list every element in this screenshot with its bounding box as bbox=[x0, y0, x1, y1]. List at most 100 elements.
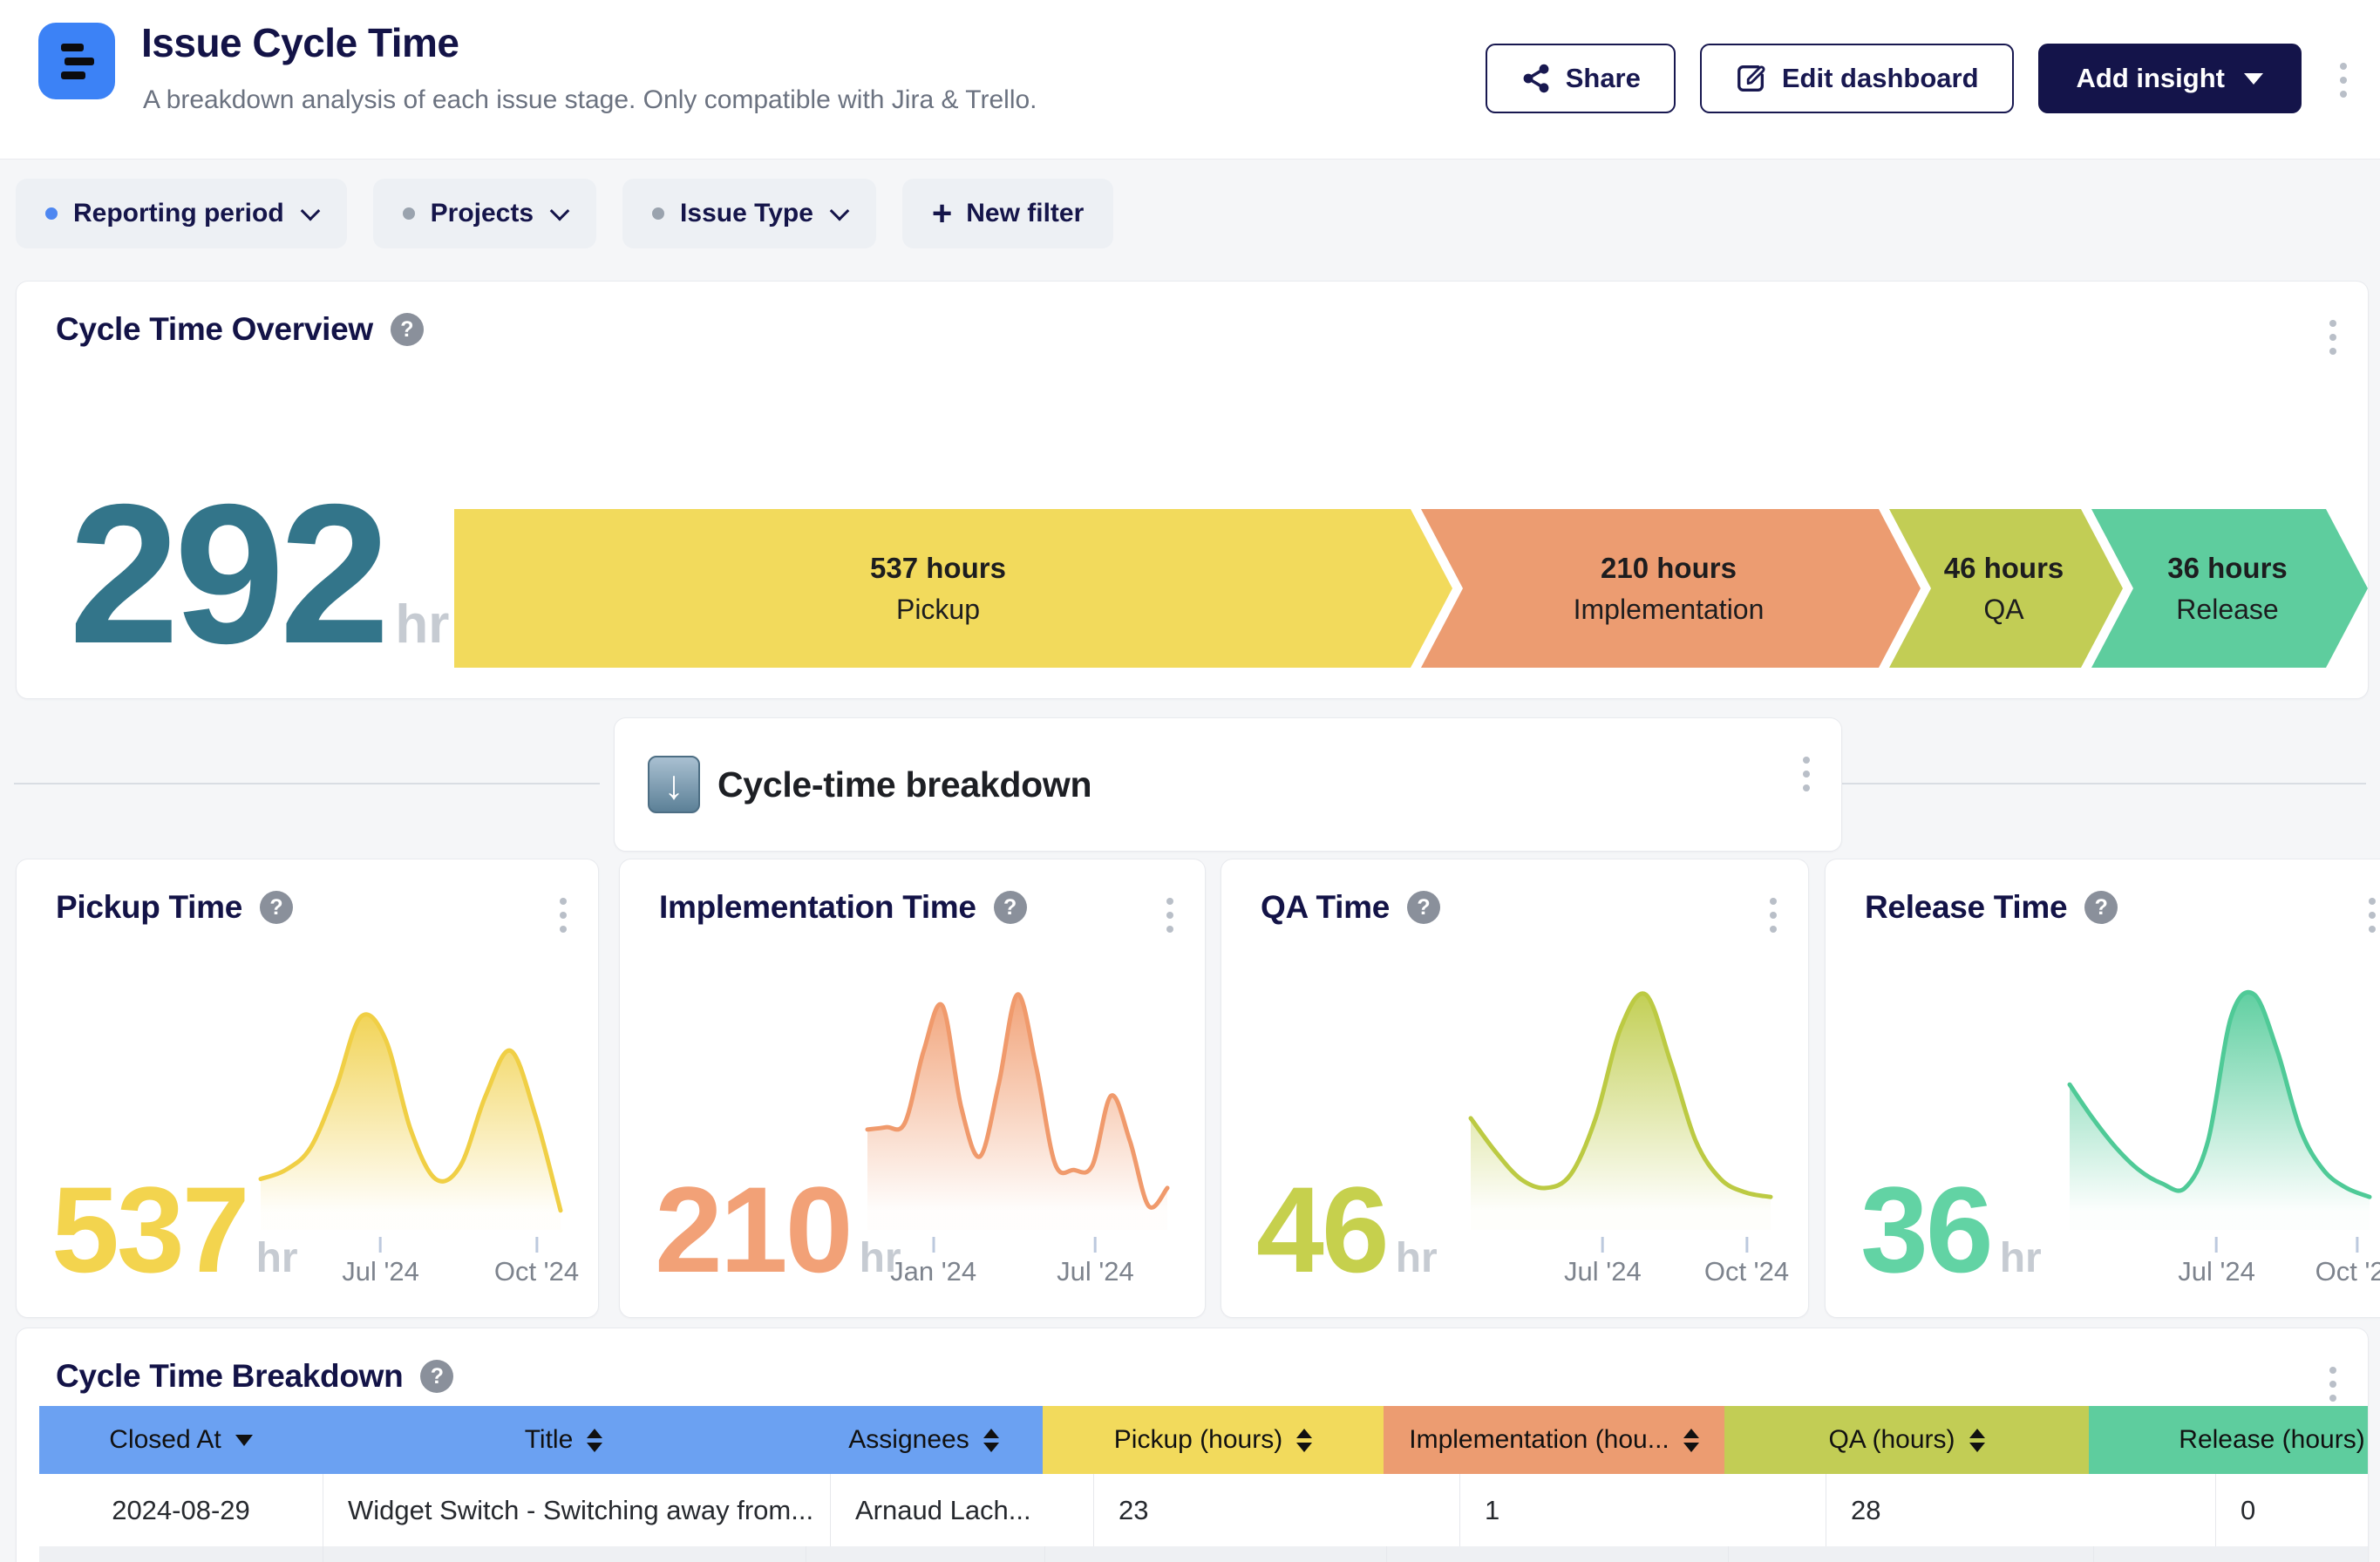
table-cell: 0 bbox=[2216, 1474, 2368, 1546]
stage-card-title: Release Time bbox=[1865, 889, 2067, 926]
topbar-overflow-menu[interactable] bbox=[2335, 58, 2352, 103]
chevron-down-icon bbox=[300, 201, 320, 221]
help-icon[interactable]: ? bbox=[420, 1360, 453, 1393]
down-arrow-emoji-icon: ↓ bbox=[648, 756, 700, 813]
column-header-qa-hours-[interactable]: QA (hours) bbox=[1724, 1406, 2089, 1474]
filter-dot-icon bbox=[652, 207, 664, 220]
column-header-closed-at[interactable]: Closed At bbox=[39, 1406, 323, 1474]
stage-value-number: 210 bbox=[655, 1169, 851, 1291]
filter-chip-projects[interactable]: Projects bbox=[373, 179, 596, 248]
column-header-label: Assignees bbox=[848, 1425, 969, 1455]
stage-card-menu[interactable] bbox=[1161, 893, 1179, 938]
x-axis-tick: Oct '24 bbox=[2315, 1237, 2380, 1287]
add-insight-button[interactable]: Add insight bbox=[2038, 44, 2302, 113]
help-icon[interactable]: ? bbox=[1407, 891, 1440, 924]
sort-icon bbox=[983, 1429, 999, 1452]
table-cell bbox=[2094, 1546, 2368, 1562]
table-cell: 2024-08-29 bbox=[39, 1474, 323, 1546]
issues-table: Closed AtTitle Assignees Pickup (hours)Imp… bbox=[39, 1406, 2368, 1562]
table-row-partial[interactable] bbox=[39, 1546, 2368, 1562]
left-divider bbox=[14, 783, 600, 784]
stage-card-menu[interactable] bbox=[2363, 893, 2380, 938]
help-icon[interactable]: ? bbox=[2084, 891, 2118, 924]
app-logo-icon[interactable] bbox=[38, 23, 115, 99]
tick-mark bbox=[932, 1237, 935, 1253]
stage-card-title-row: Release Time? bbox=[1865, 889, 2118, 926]
caret-down-icon bbox=[2244, 73, 2263, 85]
funnel-stage-name: Release bbox=[2176, 594, 2278, 626]
x-axis-tick: Jul '24 bbox=[1057, 1237, 1134, 1287]
stage-card-menu[interactable] bbox=[1765, 893, 1782, 938]
table-cell: Arnaud Lach... bbox=[831, 1474, 1094, 1546]
x-axis-label: Jul '24 bbox=[2178, 1256, 2255, 1287]
right-divider bbox=[1821, 783, 2366, 784]
share-button[interactable]: Share bbox=[1486, 44, 1676, 113]
release-time-card: Release Time? 36hr Jul '24 Oct '24 bbox=[1825, 859, 2380, 1318]
sort-desc-icon bbox=[235, 1435, 253, 1446]
sort-icon bbox=[587, 1429, 602, 1452]
new-filter-button[interactable]: +New filter bbox=[902, 179, 1113, 248]
funnel-stage-qa: 46 hoursQA bbox=[1889, 509, 2123, 668]
column-header-label: Release (hours) bbox=[2179, 1425, 2364, 1455]
overview-card-menu[interactable] bbox=[2324, 315, 2342, 360]
plus-icon: + bbox=[932, 196, 952, 231]
stage-card-title-row: Implementation Time? bbox=[659, 889, 1027, 926]
stage-card-title-row: QA Time? bbox=[1261, 889, 1440, 926]
column-header-implementation-hou-[interactable]: Implementation (hou... bbox=[1384, 1406, 1724, 1474]
x-axis-label: Oct '24 bbox=[1704, 1256, 1789, 1287]
table-card-menu[interactable] bbox=[2324, 1362, 2342, 1407]
sort-icon bbox=[1969, 1429, 1985, 1452]
funnel-stage-hours: 46 hours bbox=[1944, 552, 2064, 585]
funnel-stage-hours: 210 hours bbox=[1601, 552, 1737, 585]
sort-icon bbox=[1683, 1429, 1699, 1452]
filter-chip-issue-type[interactable]: Issue Type bbox=[622, 179, 876, 248]
column-header-assignees[interactable]: Assignees bbox=[805, 1406, 1043, 1474]
overview-total-unit: hr bbox=[395, 594, 449, 655]
stage-card-title: Implementation Time bbox=[659, 889, 976, 926]
stage-card-menu[interactable] bbox=[554, 893, 572, 938]
stage-card-title: Pickup Time bbox=[56, 889, 242, 926]
column-header-pickup-hours-[interactable]: Pickup (hours) bbox=[1043, 1406, 1384, 1474]
help-icon[interactable]: ? bbox=[260, 891, 293, 924]
stage-value-unit: hr bbox=[1396, 1234, 1438, 1282]
table-row[interactable]: 2024-08-29Widget Switch - Switching away… bbox=[39, 1474, 2368, 1546]
filter-dot-icon bbox=[403, 207, 415, 220]
table-card-title: Cycle Time Breakdown bbox=[56, 1358, 403, 1395]
implementation-time-card: Implementation Time?210hrJan '24Jul '24 bbox=[619, 859, 1206, 1318]
help-icon[interactable]: ? bbox=[391, 313, 424, 346]
x-axis-tick: Jul '24 bbox=[1564, 1237, 1642, 1287]
table-cell: 1 bbox=[1460, 1474, 1826, 1546]
table-cell bbox=[806, 1546, 1045, 1562]
column-header-title[interactable]: Title bbox=[323, 1406, 805, 1474]
banner-menu[interactable] bbox=[1798, 751, 1815, 797]
table-cell: Widget Switch - Switching away from... bbox=[323, 1474, 831, 1546]
table-cell: 28 bbox=[1826, 1474, 2216, 1546]
stage-value-number: 36 bbox=[1860, 1169, 1991, 1291]
stage-sparkline: Jan '24 Jul '24 bbox=[860, 968, 1174, 1304]
filter-chip-reporting-period[interactable]: Reporting period bbox=[16, 179, 347, 248]
table-cell bbox=[39, 1546, 323, 1562]
x-axis-label: Jan '24 bbox=[890, 1256, 976, 1287]
table-cell bbox=[323, 1546, 806, 1562]
funnel-stage-release: 36 hours Release bbox=[2091, 509, 2368, 668]
stage-card-title-row: Pickup Time? bbox=[56, 889, 293, 926]
x-axis-label: Jul '24 bbox=[1057, 1256, 1134, 1287]
column-header-release-hours-[interactable]: Release (hours) bbox=[2089, 1406, 2368, 1474]
help-icon[interactable]: ? bbox=[994, 891, 1027, 924]
funnel-stage-hours: 36 hours bbox=[2167, 552, 2288, 585]
overview-total-value: 292 bbox=[69, 475, 384, 674]
edit-dashboard-button[interactable]: Edit dashboard bbox=[1700, 44, 2014, 113]
tick-mark bbox=[2215, 1237, 2218, 1253]
x-axis-tick: Oct '24 bbox=[1704, 1237, 1789, 1287]
table-cell bbox=[1729, 1546, 2094, 1562]
stage-card-value: 36hr bbox=[1860, 1169, 2042, 1291]
sparkline-chart bbox=[860, 968, 1174, 1239]
cycle-time-breakdown-banner: ↓ Cycle-time breakdown bbox=[614, 717, 1842, 852]
stage-card-value: 46hr bbox=[1256, 1169, 1438, 1291]
table-header-row: Closed AtTitle Assignees Pickup (hours)Imp… bbox=[39, 1406, 2368, 1474]
stage-value-unit: hr bbox=[2000, 1234, 2042, 1282]
sort-icon bbox=[1296, 1429, 1312, 1452]
overview-card-title: Cycle Time Overview bbox=[56, 311, 373, 348]
funnel-stage-name: Implementation bbox=[1574, 594, 1765, 626]
page-subtitle: A breakdown analysis of each issue stage… bbox=[143, 85, 1037, 115]
